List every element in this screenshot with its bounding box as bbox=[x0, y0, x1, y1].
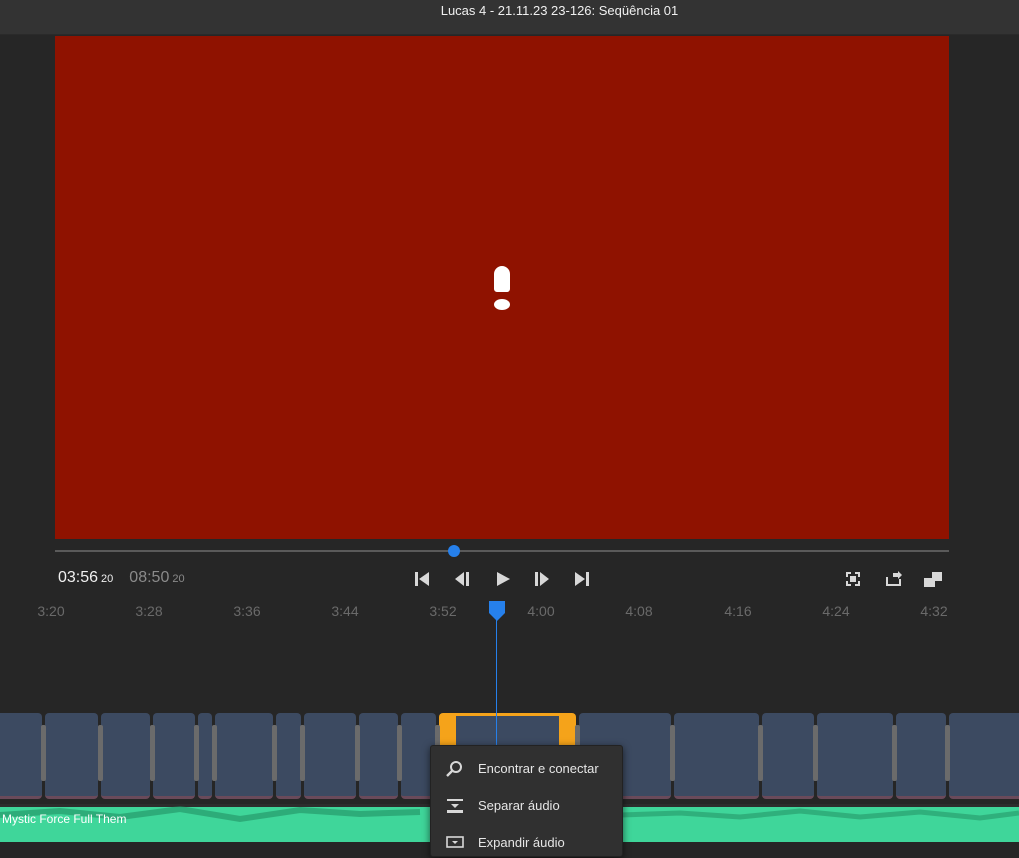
ruler-label: 4:16 bbox=[724, 603, 752, 619]
scrubber-track[interactable] bbox=[55, 550, 949, 552]
ruler-label: 3:28 bbox=[135, 603, 163, 619]
video-clip[interactable] bbox=[45, 713, 98, 799]
ruler-label: 3:20 bbox=[37, 603, 65, 619]
video-clip[interactable] bbox=[215, 713, 273, 799]
duration-frames: 20 bbox=[172, 573, 185, 585]
video-clip[interactable] bbox=[762, 713, 814, 799]
clip-trim-handle[interactable] bbox=[194, 725, 199, 781]
title-bar: Lucas 4 - 21.11.23 23-126: Seqüência 01 bbox=[0, 0, 1019, 35]
video-clip[interactable] bbox=[276, 713, 301, 799]
clip-trim-handle[interactable] bbox=[212, 725, 217, 781]
window-mode-button[interactable] bbox=[924, 570, 942, 588]
ruler-label: 3:36 bbox=[233, 603, 261, 619]
step-forward-button[interactable] bbox=[533, 570, 551, 588]
context-menu: Encontrar e conectar Separar áudio Expan… bbox=[430, 745, 623, 857]
menu-item-label: Separar áudio bbox=[478, 798, 560, 813]
clip-trim-handle[interactable] bbox=[892, 725, 897, 781]
export-frame-icon bbox=[886, 571, 902, 586]
video-clip[interactable] bbox=[359, 713, 398, 799]
fit-frame-icon bbox=[846, 572, 860, 586]
fit-frame-button[interactable] bbox=[844, 570, 862, 588]
clip-trim-handle[interactable] bbox=[300, 725, 305, 781]
playhead-handle[interactable] bbox=[489, 601, 505, 621]
expand-audio-icon bbox=[446, 836, 464, 848]
ruler-label: 3:44 bbox=[331, 603, 359, 619]
exclamation-icon bbox=[494, 266, 510, 292]
video-clip[interactable] bbox=[304, 713, 356, 799]
video-clip[interactable] bbox=[949, 713, 1019, 799]
video-clip[interactable] bbox=[674, 713, 759, 799]
audio-clip-label: Mystic Force Full Them bbox=[2, 812, 127, 826]
video-clip[interactable] bbox=[817, 713, 893, 799]
clip-trim-handle[interactable] bbox=[41, 725, 46, 781]
clip-trim-handle[interactable] bbox=[98, 725, 103, 781]
step-back-icon bbox=[455, 572, 469, 586]
video-clip[interactable] bbox=[101, 713, 150, 799]
clip-trim-handle[interactable] bbox=[150, 725, 155, 781]
playhead-line bbox=[496, 618, 497, 754]
step-forward-icon bbox=[535, 572, 549, 586]
window-mode-icon bbox=[924, 572, 942, 587]
play-icon bbox=[497, 572, 510, 586]
search-icon bbox=[446, 761, 462, 777]
skip-to-start-icon bbox=[415, 572, 429, 586]
exclamation-dot bbox=[494, 299, 510, 310]
current-frames: 20 bbox=[101, 573, 114, 585]
menu-item-label: Encontrar e conectar bbox=[478, 761, 599, 776]
ruler-label: 4:24 bbox=[822, 603, 850, 619]
ruler-label: 4:00 bbox=[527, 603, 555, 619]
step-back-button[interactable] bbox=[453, 570, 471, 588]
clip-trim-handle[interactable] bbox=[670, 725, 675, 781]
video-clip[interactable] bbox=[198, 713, 212, 799]
duration-time: 08:50 bbox=[129, 569, 170, 586]
play-button[interactable] bbox=[494, 570, 512, 588]
menu-item-split-audio[interactable]: Separar áudio bbox=[431, 791, 622, 821]
menu-item-find-and-connect[interactable]: Encontrar e conectar bbox=[431, 754, 622, 784]
export-frame-button[interactable] bbox=[884, 570, 902, 588]
video-clip[interactable] bbox=[153, 713, 195, 799]
clip-trim-handle[interactable] bbox=[945, 725, 950, 781]
clip-trim-handle[interactable] bbox=[813, 725, 818, 781]
clip-trim-handle[interactable] bbox=[272, 725, 277, 781]
video-clip[interactable] bbox=[896, 713, 946, 799]
window-title: Lucas 4 - 21.11.23 23-126: Seqüência 01 bbox=[440, 3, 679, 18]
skip-to-end-button[interactable] bbox=[573, 570, 591, 588]
clip-trim-handle[interactable] bbox=[397, 725, 402, 781]
ruler-label: 4:32 bbox=[920, 603, 948, 619]
current-time: 03:56 bbox=[58, 569, 99, 586]
menu-item-label: Expandir áudio bbox=[478, 835, 565, 850]
skip-to-end-icon bbox=[575, 572, 589, 586]
skip-to-start-button[interactable] bbox=[413, 570, 431, 588]
split-audio-icon bbox=[447, 799, 463, 813]
clip-trim-handle[interactable] bbox=[355, 725, 360, 781]
timecode-display: 03:56 20 08:50 20 bbox=[58, 569, 201, 587]
scrubber-knob[interactable] bbox=[448, 545, 460, 557]
menu-item-expand-audio[interactable]: Expandir áudio bbox=[431, 828, 622, 858]
video-clip[interactable] bbox=[0, 713, 42, 799]
ruler-label: 4:08 bbox=[625, 603, 653, 619]
ruler-label: 3:52 bbox=[429, 603, 457, 619]
clip-trim-handle[interactable] bbox=[758, 725, 763, 781]
